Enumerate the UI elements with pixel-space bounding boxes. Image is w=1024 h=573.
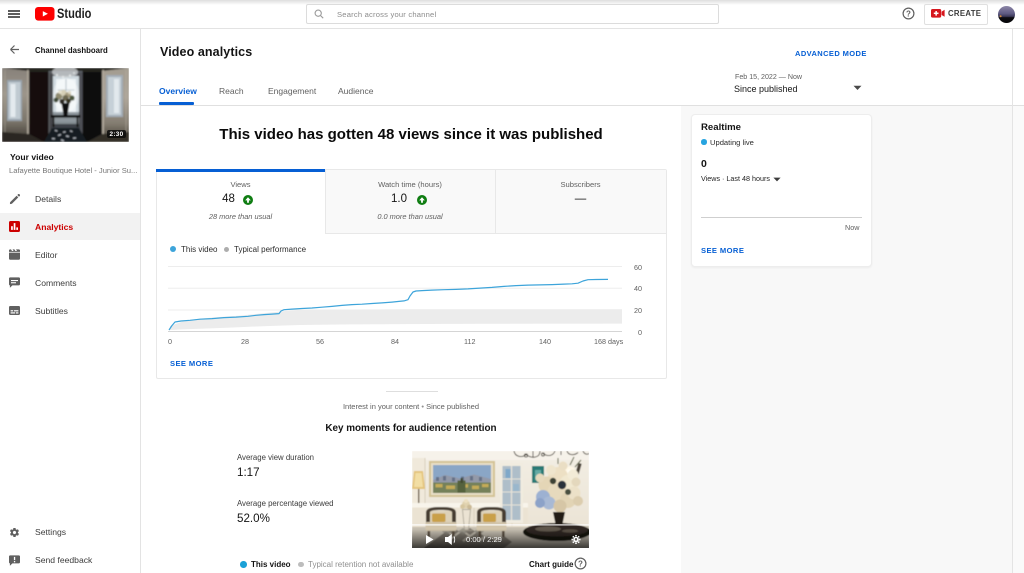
svg-text:?: ? xyxy=(906,9,911,18)
svg-text:?: ? xyxy=(578,559,583,568)
svg-text:0:00 / 2:29: 0:00 / 2:29 xyxy=(466,535,502,544)
